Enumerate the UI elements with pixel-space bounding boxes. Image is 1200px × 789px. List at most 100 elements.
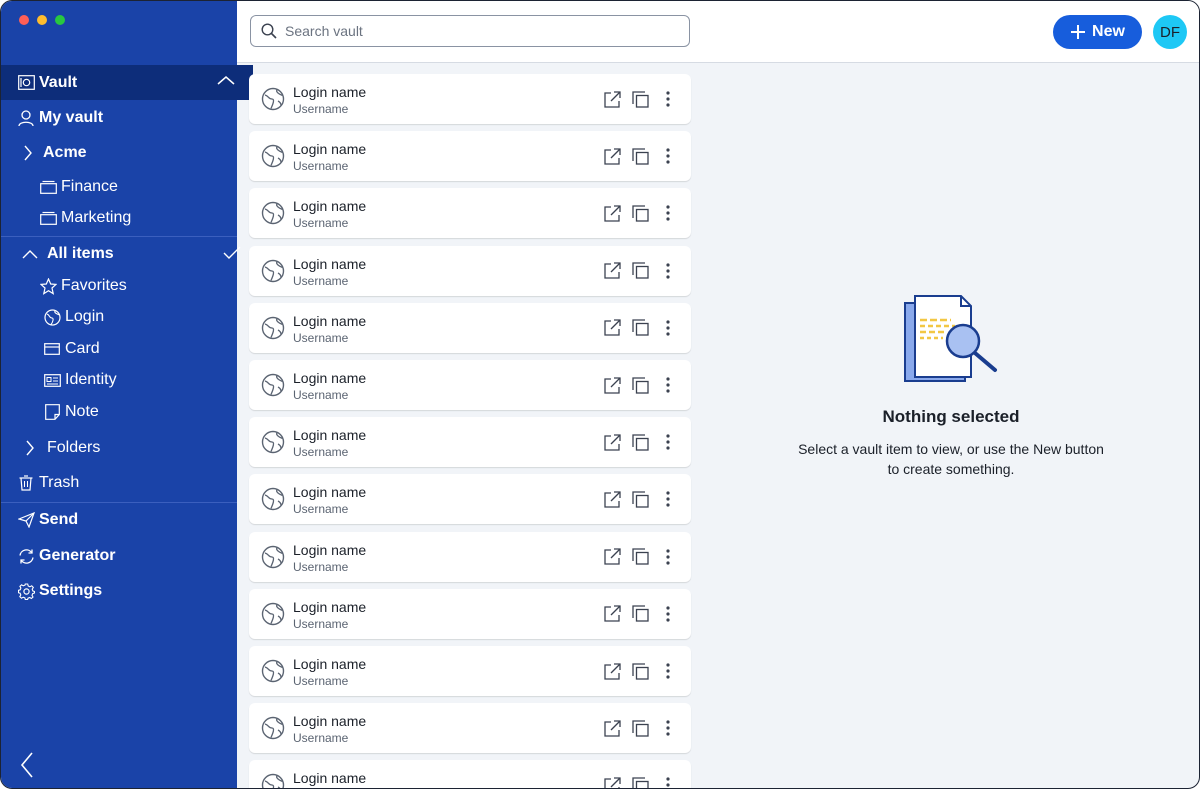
more-options-icon[interactable] xyxy=(659,662,677,680)
avatar[interactable]: DF xyxy=(1153,15,1187,49)
more-options-icon[interactable] xyxy=(659,776,677,788)
collapse-sidebar-button[interactable] xyxy=(19,751,39,779)
copy-icon[interactable] xyxy=(631,319,649,337)
vault-item-row[interactable]: Login nameUsername xyxy=(249,74,691,124)
launch-icon[interactable] xyxy=(603,719,621,737)
copy-icon[interactable] xyxy=(631,490,649,508)
vault-item-row[interactable]: Login nameUsername xyxy=(249,245,691,296)
more-options-icon[interactable] xyxy=(659,376,677,394)
more-options-icon[interactable] xyxy=(659,204,677,222)
paper-plane-icon xyxy=(17,511,35,529)
launch-icon[interactable] xyxy=(603,376,621,394)
launch-icon[interactable] xyxy=(603,662,621,680)
launch-icon[interactable] xyxy=(603,433,621,451)
vault-item-list: Login name Username Login name Username Logi… xyxy=(237,63,703,788)
sidebar-item-all-items[interactable]: All items xyxy=(1,237,257,271)
copy-icon[interactable] xyxy=(631,433,649,451)
sidebar: Vault My vault Acme Finance Marketing Al… xyxy=(1,1,253,788)
copy-icon[interactable] xyxy=(631,662,649,680)
sidebar-item-generator[interactable]: Generator xyxy=(1,539,253,573)
more-options-icon[interactable] xyxy=(659,90,677,108)
item-username: Username xyxy=(293,731,349,746)
copy-icon[interactable] xyxy=(631,90,649,108)
vault-item-row[interactable]: Login nameUsername xyxy=(249,703,691,754)
maximize-window-button[interactable] xyxy=(55,15,65,25)
search-input[interactable] xyxy=(283,22,677,40)
item-name: Login name xyxy=(293,427,367,444)
launch-icon[interactable] xyxy=(603,548,621,566)
item-name: Login name xyxy=(293,598,367,615)
sidebar-item-folders[interactable]: Folders xyxy=(1,431,257,465)
sidebar-item-trash[interactable]: Trash xyxy=(1,466,253,500)
sidebar-item-vault[interactable]: Vault xyxy=(1,65,253,100)
sidebar-item-favorites[interactable]: Favorites xyxy=(1,269,275,303)
launch-icon[interactable] xyxy=(603,262,621,280)
more-options-icon[interactable] xyxy=(659,262,677,280)
vault-item-row[interactable]: Login nameUsername xyxy=(249,760,691,788)
vault-item-row[interactable]: Login nameUsername xyxy=(249,646,691,696)
launch-icon[interactable] xyxy=(603,490,621,508)
more-options-icon[interactable] xyxy=(659,433,677,451)
copy-icon[interactable] xyxy=(631,204,649,222)
vault-item-row[interactable]: Login nameUsername xyxy=(249,188,691,239)
launch-icon[interactable] xyxy=(603,605,621,623)
copy-icon[interactable] xyxy=(631,147,649,165)
sidebar-item-label: Note xyxy=(65,403,99,420)
vault-item-row[interactable]: Login nameUsername xyxy=(249,131,691,182)
launch-icon[interactable] xyxy=(603,319,621,337)
copy-icon[interactable] xyxy=(631,605,649,623)
sidebar-item-marketing[interactable]: Marketing xyxy=(1,201,275,235)
sidebar-item-label: Favorites xyxy=(61,277,127,294)
refresh-icon xyxy=(17,547,35,565)
trash-icon xyxy=(17,474,35,492)
chevron-up-icon[interactable] xyxy=(217,75,235,85)
detail-pane: Nothing selected Select a vault item to … xyxy=(703,63,1199,788)
search-box[interactable] xyxy=(250,15,690,47)
launch-icon[interactable] xyxy=(603,204,621,222)
new-button-label: New xyxy=(1092,23,1125,40)
chevron-up-icon[interactable] xyxy=(21,245,39,263)
copy-icon[interactable] xyxy=(631,719,649,737)
chevron-right-icon[interactable] xyxy=(19,144,37,162)
sidebar-item-send[interactable]: Send xyxy=(1,503,253,537)
globe-icon xyxy=(261,316,285,345)
new-item-button[interactable]: New xyxy=(1053,15,1142,49)
item-name: Login name xyxy=(293,541,367,558)
launch-icon[interactable] xyxy=(603,147,621,165)
vault-item-row[interactable]: Login nameUsername xyxy=(249,360,691,410)
item-name: Login name xyxy=(293,198,367,215)
more-options-icon[interactable] xyxy=(659,719,677,737)
collection-icon xyxy=(39,209,57,227)
launch-icon[interactable] xyxy=(603,776,621,788)
close-window-button[interactable] xyxy=(19,15,29,25)
copy-icon[interactable] xyxy=(631,376,649,394)
item-name: Login name xyxy=(293,312,367,329)
more-options-icon[interactable] xyxy=(659,319,677,337)
note-icon xyxy=(43,403,61,421)
vault-item-row[interactable]: Login nameUsername xyxy=(249,531,691,582)
item-name: Login name xyxy=(293,656,367,672)
more-options-icon[interactable] xyxy=(659,605,677,623)
star-icon xyxy=(39,277,57,295)
launch-icon[interactable] xyxy=(603,90,621,108)
more-options-icon[interactable] xyxy=(659,147,677,165)
vault-item-row[interactable]: Login nameUsername xyxy=(249,417,691,468)
item-name: Login name xyxy=(293,141,367,158)
sidebar-item-my-vault[interactable]: My vault xyxy=(1,101,253,135)
vault-item-row[interactable]: Login nameUsername xyxy=(249,474,691,525)
sidebar-item-finance[interactable]: Finance xyxy=(1,170,275,204)
vault-item-row[interactable]: Login nameUsername xyxy=(249,302,691,353)
sidebar-item-settings[interactable]: Settings xyxy=(1,574,253,608)
globe-icon xyxy=(261,430,285,459)
chevron-right-icon[interactable] xyxy=(21,439,39,457)
minimize-window-button[interactable] xyxy=(37,15,47,25)
copy-icon[interactable] xyxy=(631,776,649,788)
more-options-icon[interactable] xyxy=(659,490,677,508)
copy-icon[interactable] xyxy=(631,262,649,280)
copy-icon[interactable] xyxy=(631,548,649,566)
vault-item-row[interactable]: Login nameUsername xyxy=(249,588,691,639)
sidebar-item-label: Marketing xyxy=(61,209,132,226)
sidebar-item-acme[interactable]: Acme xyxy=(1,136,255,170)
globe-icon xyxy=(261,201,285,230)
more-options-icon[interactable] xyxy=(659,548,677,566)
